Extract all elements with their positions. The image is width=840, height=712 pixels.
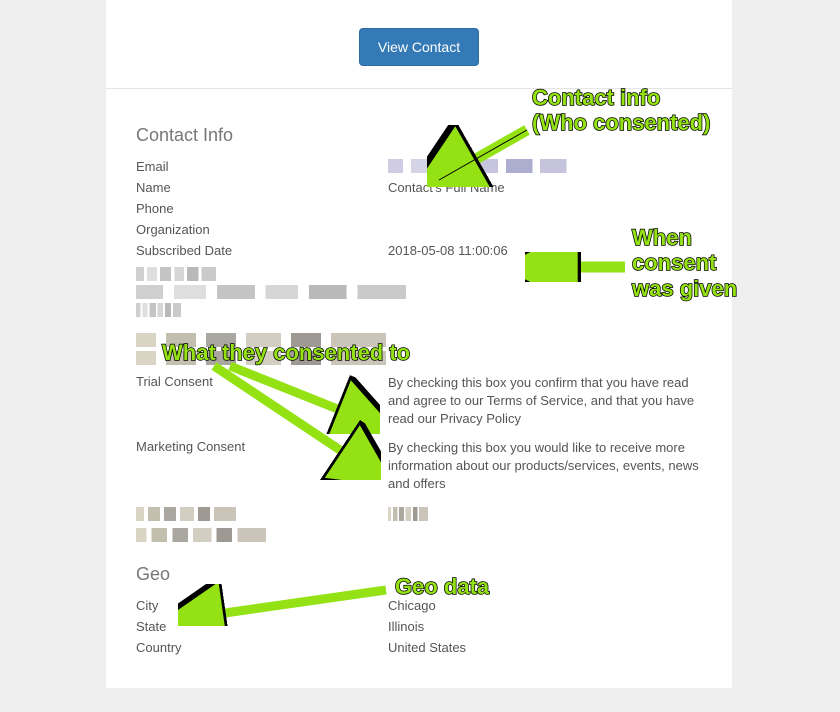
- row-marketing-consent: Marketing Consent By checking this box y…: [136, 436, 702, 497]
- city-value: Chicago: [388, 598, 702, 613]
- organization-label: Organization: [136, 222, 388, 237]
- row-city: City Chicago: [136, 595, 702, 616]
- row-subscribed-date: Subscribed Date 2018-05-08 11:00:06: [136, 240, 702, 261]
- name-value: Contact's Full Name: [388, 180, 702, 195]
- subscribed-date-label: Subscribed Date: [136, 243, 388, 258]
- marketing-consent-value: By checking this box you would like to r…: [388, 439, 702, 494]
- row-country: Country United States: [136, 637, 702, 658]
- state-value: Illinois: [388, 619, 702, 634]
- card-content: Contact Info Email Name Contact's Full N…: [106, 89, 732, 688]
- country-value: United States: [388, 640, 702, 655]
- marketing-consent-label: Marketing Consent: [136, 439, 388, 454]
- email-label: Email: [136, 159, 388, 174]
- trial-consent-label: Trial Consent: [136, 374, 388, 389]
- view-contact-button[interactable]: View Contact: [359, 28, 479, 66]
- row-email: Email: [136, 156, 702, 177]
- trial-consent-value: By checking this box you confirm that yo…: [388, 374, 702, 429]
- email-value-redacted: [388, 159, 702, 173]
- row-trial-consent: Trial Consent By checking this box you c…: [136, 371, 702, 432]
- contact-info-heading: Contact Info: [136, 125, 702, 146]
- redacted-row-4: [136, 528, 702, 542]
- button-bar: View Contact: [106, 0, 732, 89]
- redacted-row-3: [136, 504, 702, 524]
- country-label: Country: [136, 640, 388, 655]
- geo-heading: Geo: [136, 564, 702, 585]
- phone-label: Phone: [136, 201, 388, 216]
- contact-card: View Contact Contact Info Email Name Con…: [106, 0, 732, 688]
- row-organization: Organization: [136, 219, 702, 240]
- row-name: Name Contact's Full Name: [136, 177, 702, 198]
- row-phone: Phone: [136, 198, 702, 219]
- state-label: State: [136, 619, 388, 634]
- redacted-block-1: [136, 267, 702, 317]
- redacted-block-2: [136, 333, 702, 365]
- city-label: City: [136, 598, 388, 613]
- row-state: State Illinois: [136, 616, 702, 637]
- name-label: Name: [136, 180, 388, 195]
- subscribed-date-value: 2018-05-08 11:00:06: [388, 243, 702, 258]
